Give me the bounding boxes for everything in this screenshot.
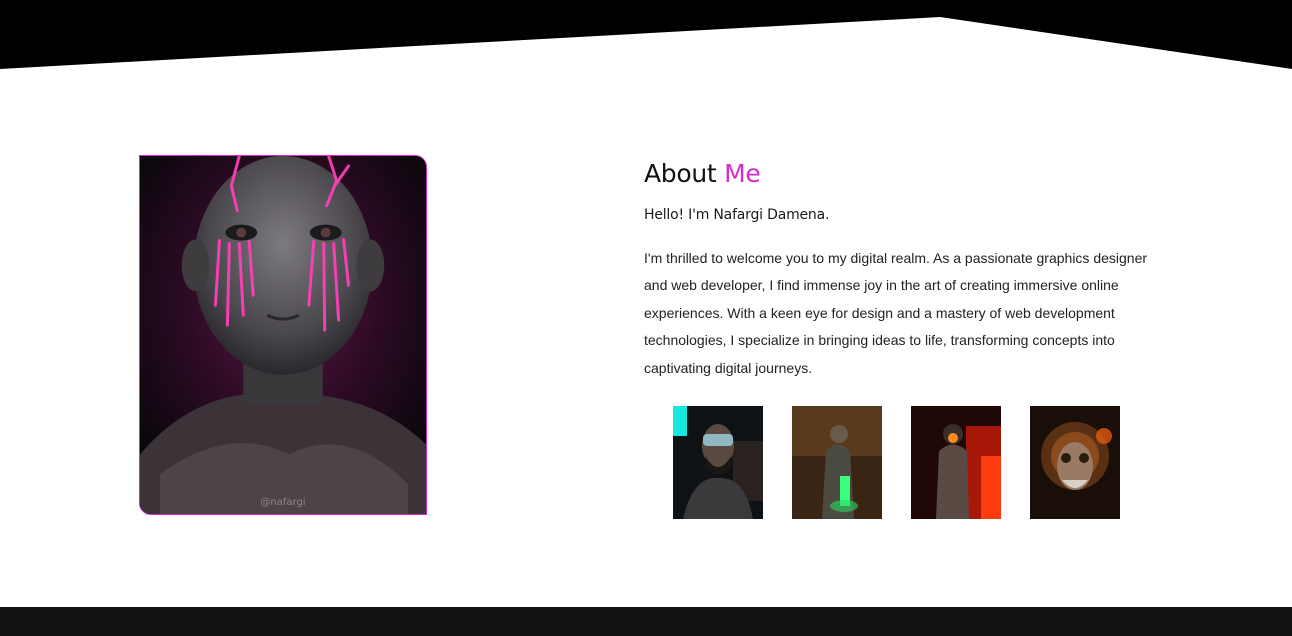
footer-band: [0, 607, 1292, 636]
gallery-thumb-2[interactable]: [792, 406, 882, 519]
portrait-watermark: @nafargi: [260, 497, 306, 508]
header-angled-band: [0, 0, 1292, 69]
gallery-thumb-1[interactable]: [673, 406, 763, 519]
about-heading-accent: Me: [724, 159, 761, 188]
about-section: About Me Hello! I'm Nafargi Damena. I'm …: [644, 158, 1164, 382]
about-heading: About Me: [644, 158, 1164, 190]
about-greeting: Hello! I'm Nafargi Damena.: [644, 207, 830, 223]
profile-portrait: @nafargi: [139, 155, 427, 515]
about-bio: I'm thrilled to welcome you to my digita…: [644, 250, 1148, 376]
gallery-thumb-4[interactable]: [1030, 406, 1120, 519]
about-heading-main: About: [644, 159, 717, 188]
gallery-thumb-3[interactable]: [911, 406, 1001, 519]
gallery-thumbnails: [673, 406, 1121, 519]
